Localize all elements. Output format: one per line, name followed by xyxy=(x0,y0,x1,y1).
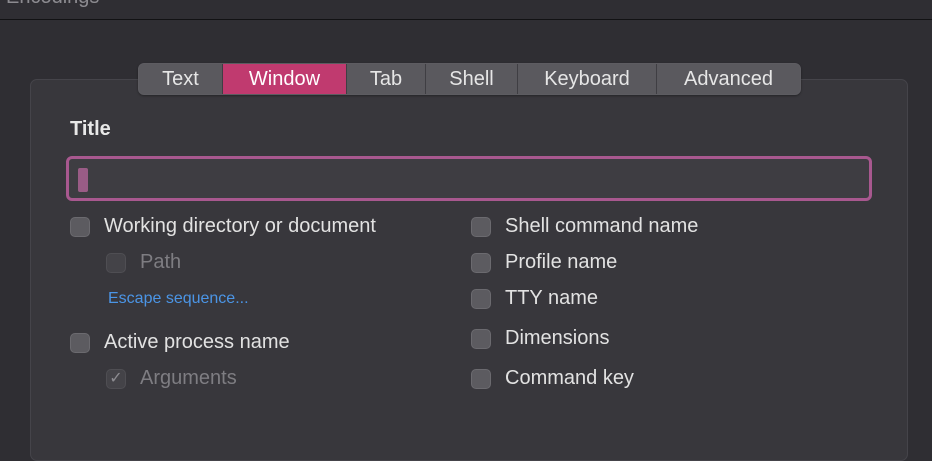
tab-shell[interactable]: Shell xyxy=(426,64,518,94)
path-option: Path xyxy=(106,251,181,274)
tab-text[interactable]: Text xyxy=(139,64,223,94)
text-caret xyxy=(78,168,88,192)
active-process-checkbox[interactable] xyxy=(70,332,90,353)
title-input[interactable] xyxy=(66,156,872,201)
profile-name-option[interactable]: Profile name xyxy=(471,251,617,274)
arguments-label: Arguments xyxy=(140,367,237,389)
tab-tab[interactable]: Tab xyxy=(347,64,426,94)
command-key-option[interactable]: Command key xyxy=(471,367,634,390)
tab-keyboard[interactable]: Keyboard xyxy=(518,64,657,94)
command-key-checkbox[interactable] xyxy=(471,368,491,389)
tty-name-option[interactable]: TTY name xyxy=(471,287,598,310)
title-heading: Title xyxy=(70,118,111,140)
working-directory-checkbox[interactable] xyxy=(70,216,90,237)
arguments-checkbox: ✓ xyxy=(106,368,126,389)
tab-bar: Text Window Tab Shell Keyboard Advanced xyxy=(138,63,801,95)
dimensions-label: Dimensions xyxy=(505,327,610,349)
profile-name-label: Profile name xyxy=(505,251,618,273)
arguments-option: ✓ Arguments xyxy=(106,367,237,390)
tty-name-checkbox[interactable] xyxy=(471,288,491,309)
tty-name-label: TTY name xyxy=(505,287,598,309)
path-label: Path xyxy=(140,251,182,273)
escape-sequence-link[interactable]: Escape sequence... xyxy=(108,290,249,308)
working-directory-label: Working directory or document xyxy=(104,215,376,237)
top-divider xyxy=(0,19,932,20)
shell-command-checkbox[interactable] xyxy=(471,216,491,237)
path-checkbox xyxy=(106,252,126,273)
dimensions-checkbox[interactable] xyxy=(471,328,491,349)
encodings-section-label: Encodings xyxy=(6,0,99,9)
profile-name-checkbox[interactable] xyxy=(471,252,491,273)
shell-command-option[interactable]: Shell command name xyxy=(471,215,698,238)
dimensions-option[interactable]: Dimensions xyxy=(471,327,609,350)
shell-command-label: Shell command name xyxy=(505,215,699,237)
command-key-label: Command key xyxy=(505,367,634,389)
tab-window[interactable]: Window xyxy=(223,64,347,94)
active-process-option[interactable]: Active process name xyxy=(70,331,290,354)
tab-advanced[interactable]: Advanced xyxy=(657,64,800,94)
checkmark-icon: ✓ xyxy=(109,369,123,387)
active-process-label: Active process name xyxy=(104,331,290,353)
working-directory-option[interactable]: Working directory or document xyxy=(70,215,376,238)
